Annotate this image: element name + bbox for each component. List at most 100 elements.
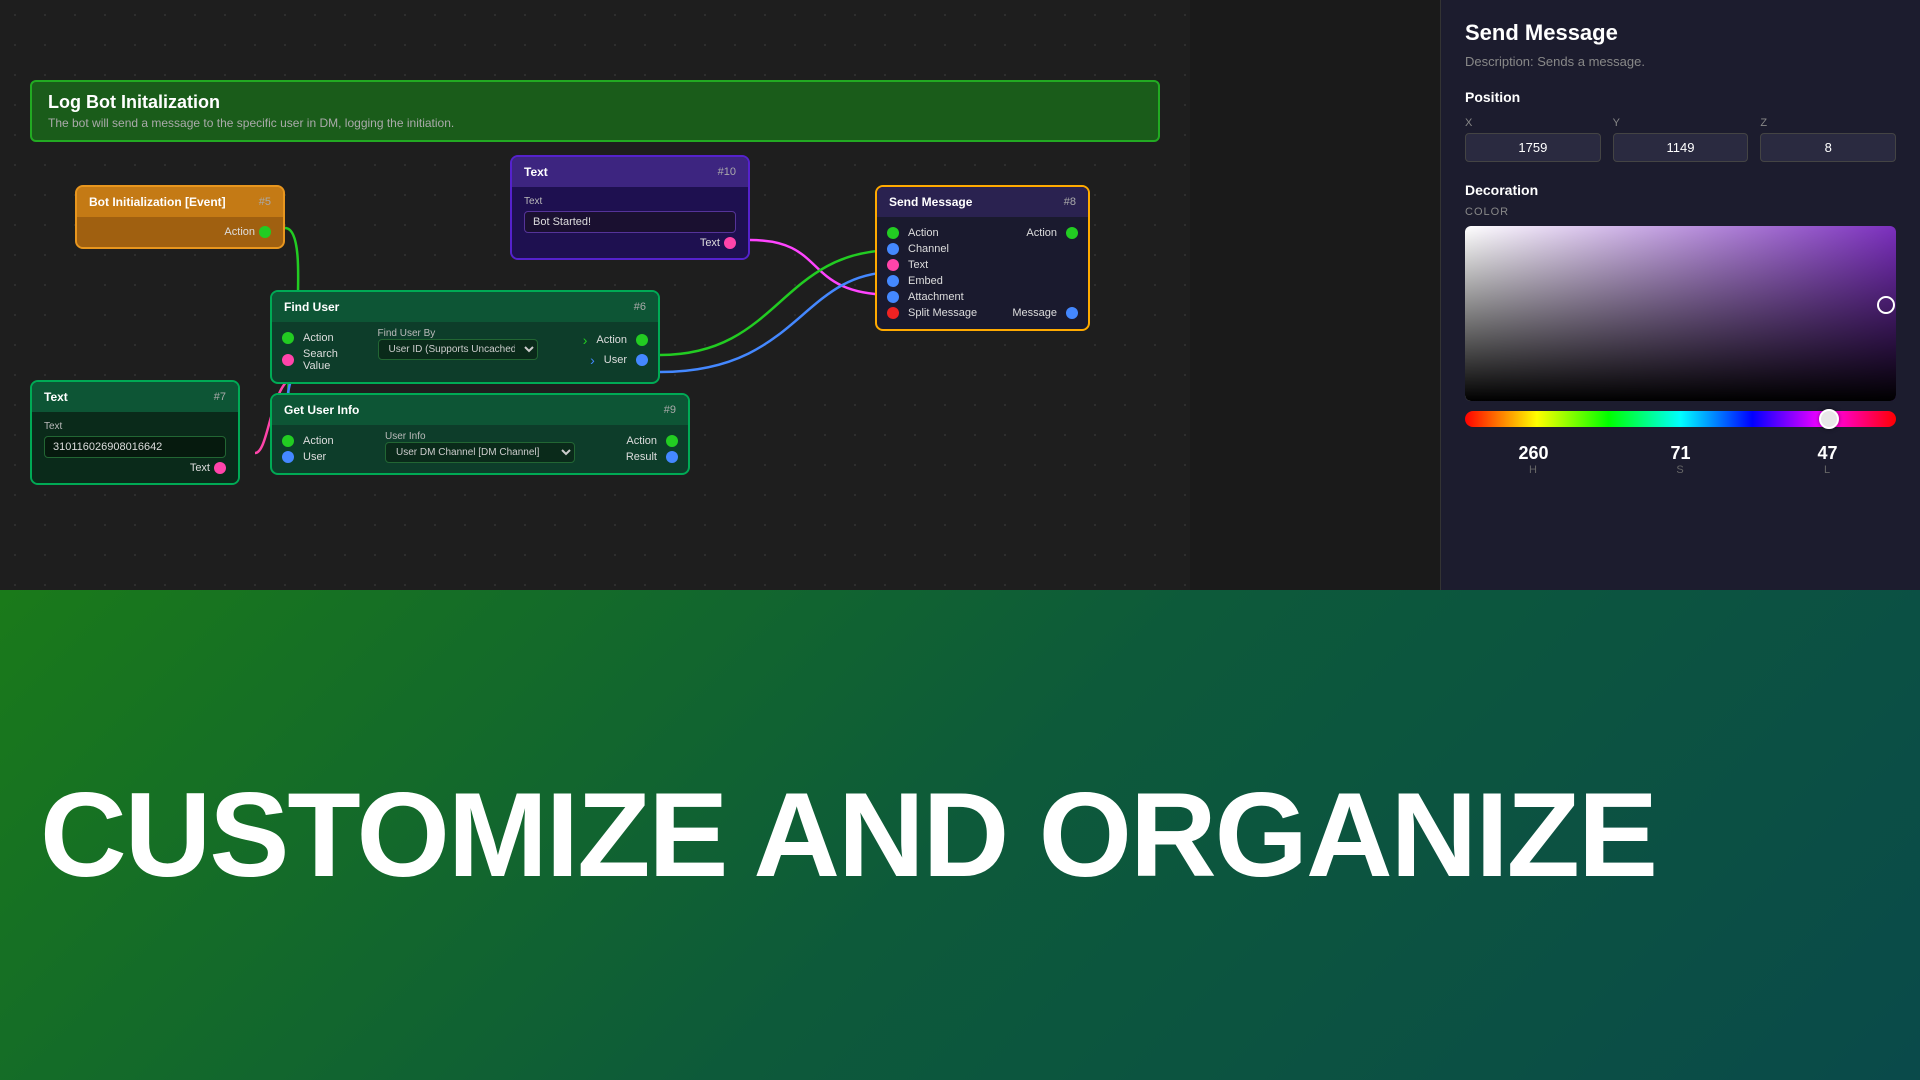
- find-user-search-in: Search Value: [282, 348, 370, 372]
- get-user-outputs: Action Result: [583, 431, 678, 467]
- node-find-user-id: #6: [634, 301, 646, 313]
- find-user-inputs: Action Search Value: [282, 328, 370, 376]
- find-user-action-in: Action: [282, 332, 370, 344]
- panel-title: Send Message: [1465, 20, 1896, 46]
- send-msg-channel-in: Channel: [887, 243, 981, 255]
- flow-description: The bot will send a message to the speci…: [48, 116, 1142, 130]
- pos-x-input[interactable]: [1465, 133, 1601, 162]
- find-user-action-out: Action ›: [561, 332, 649, 348]
- get-user-result-dot-out: [666, 451, 678, 463]
- panel-desc-label: Description:: [1465, 54, 1534, 69]
- pos-x-label: X: [1465, 117, 1601, 129]
- hsl-l-value: 47: [1759, 443, 1896, 464]
- node-send-message[interactable]: Send Message #8 Action Channel Text: [875, 185, 1090, 331]
- node-text-10[interactable]: Text #10 Text Bot Started! Text: [510, 155, 750, 260]
- send-msg-action-dot-in: [887, 227, 899, 239]
- send-msg-inputs: Action Channel Text Embed Attachment: [887, 223, 981, 323]
- hsl-h-field: 260 H: [1465, 443, 1602, 476]
- node-bot-init-header: Bot Initialization [Event] #5: [77, 187, 283, 217]
- text-10-field-label: Text: [524, 196, 579, 207]
- node-text-7-header: Text #7: [32, 382, 238, 412]
- text-10-text-dot: [724, 237, 736, 249]
- send-msg-split-dot-in: [887, 307, 899, 319]
- panel-desc: Description: Sends a message.: [1465, 54, 1896, 69]
- color-picker-gradient[interactable]: [1465, 226, 1896, 401]
- send-msg-outputs: Action Message: [1008, 223, 1078, 323]
- canvas-area[interactable]: Log Bot Initalization The bot will send …: [0, 0, 1190, 590]
- get-user-action-dot-out: [666, 435, 678, 447]
- node-text-7[interactable]: Text #7 Text 310116026908016642 Text: [30, 380, 240, 485]
- node-get-user-title: Get User Info: [284, 403, 359, 417]
- get-user-result-out: Result: [583, 451, 678, 463]
- find-user-by-select[interactable]: User ID (Supports Uncached User): [378, 339, 538, 360]
- send-msg-message-dot-out: [1066, 307, 1078, 319]
- pos-y-label: Y: [1613, 117, 1749, 129]
- pos-z-input[interactable]: [1760, 133, 1896, 162]
- find-user-user-dot-out: [636, 354, 648, 366]
- node-send-msg-id: #8: [1064, 196, 1076, 208]
- find-user-by-label: Find User By: [378, 328, 553, 339]
- position-section-title: Position: [1465, 89, 1896, 105]
- text-7-output-row: Text: [44, 462, 226, 474]
- get-user-user-dot: [282, 451, 294, 463]
- node-text-10-body: Text Bot Started! Text: [512, 187, 748, 258]
- text-7-field-row: Text: [44, 421, 226, 432]
- color-cursor: [1877, 296, 1895, 314]
- text-7-label: Text: [44, 421, 99, 432]
- bot-init-action-port: Action: [89, 226, 271, 238]
- send-msg-text-dot-in: [887, 259, 899, 271]
- hsl-s-label: S: [1612, 464, 1749, 476]
- node-send-msg-title: Send Message: [889, 195, 972, 209]
- node-send-msg-ports: Action Channel Text Embed Attachment: [877, 217, 1088, 329]
- send-msg-split-in: Split Message: [887, 307, 981, 319]
- pos-y-input[interactable]: [1613, 133, 1749, 162]
- node-text-10-id: #10: [718, 166, 736, 178]
- get-user-action-out: Action: [583, 435, 678, 447]
- right-panel: Send Message Description: Sends a messag…: [1440, 0, 1920, 590]
- get-user-info-select[interactable]: User DM Channel [DM Channel]: [385, 442, 575, 463]
- get-user-info-label: User Info: [385, 431, 575, 442]
- get-user-config: User Info User DM Channel [DM Channel]: [377, 431, 583, 463]
- hsl-h-value: 260: [1465, 443, 1602, 464]
- send-msg-action-in: Action: [887, 227, 981, 239]
- node-send-msg-header: Send Message #8: [877, 187, 1088, 217]
- send-msg-attachment-dot-in: [887, 291, 899, 303]
- get-user-inputs: Action User: [282, 431, 377, 467]
- position-row: X Y Z: [1465, 117, 1896, 162]
- node-bot-init-id: #5: [259, 196, 271, 208]
- banner-text: CUSTOMIZE AND ORGANIZE: [40, 775, 1656, 895]
- node-text-7-body: Text 310116026908016642 Text: [32, 412, 238, 483]
- get-user-action-dot: [282, 435, 294, 447]
- pos-z-field: Z: [1760, 117, 1896, 162]
- node-find-user-title: Find User: [284, 300, 339, 314]
- hsl-l-label: L: [1759, 464, 1896, 476]
- send-msg-action-dot-out: [1066, 227, 1078, 239]
- node-bot-init[interactable]: Bot Initialization [Event] #5 Action: [75, 185, 285, 249]
- bot-init-action-dot: [259, 226, 271, 238]
- node-find-user-body: Action Search Value Find User By User ID…: [272, 322, 658, 382]
- hsl-h-label: H: [1465, 464, 1602, 476]
- node-get-user-id: #9: [664, 404, 676, 416]
- send-msg-attachment-in: Attachment: [887, 291, 981, 303]
- hsl-s-field: 71 S: [1612, 443, 1749, 476]
- text-10-input[interactable]: Bot Started!: [524, 211, 736, 233]
- hsl-s-value: 71: [1612, 443, 1749, 464]
- send-msg-embed-dot-in: [887, 275, 899, 287]
- text-7-input[interactable]: 310116026908016642: [44, 436, 226, 458]
- node-get-user-info[interactable]: Get User Info #9 Action User User Info U…: [270, 393, 690, 475]
- pos-y-field: Y: [1613, 117, 1749, 162]
- hue-thumb: [1819, 409, 1839, 429]
- flow-header: Log Bot Initalization The bot will send …: [30, 80, 1160, 142]
- node-find-user[interactable]: Find User #6 Action Search Value Find Us…: [270, 290, 660, 384]
- node-find-user-header: Find User #6: [272, 292, 658, 322]
- pos-z-label: Z: [1760, 117, 1896, 129]
- find-user-action-dot: [282, 332, 294, 344]
- node-bot-init-title: Bot Initialization [Event]: [89, 195, 226, 209]
- hue-slider[interactable]: [1465, 411, 1896, 427]
- hsl-l-field: 47 L: [1759, 443, 1896, 476]
- get-user-user-in: User: [282, 451, 377, 463]
- send-msg-message-out: Message: [1008, 307, 1078, 319]
- hsl-row: 260 H 71 S 47 L: [1465, 443, 1896, 476]
- node-text-10-title: Text: [524, 165, 548, 179]
- text-10-output-row: Text: [524, 237, 736, 249]
